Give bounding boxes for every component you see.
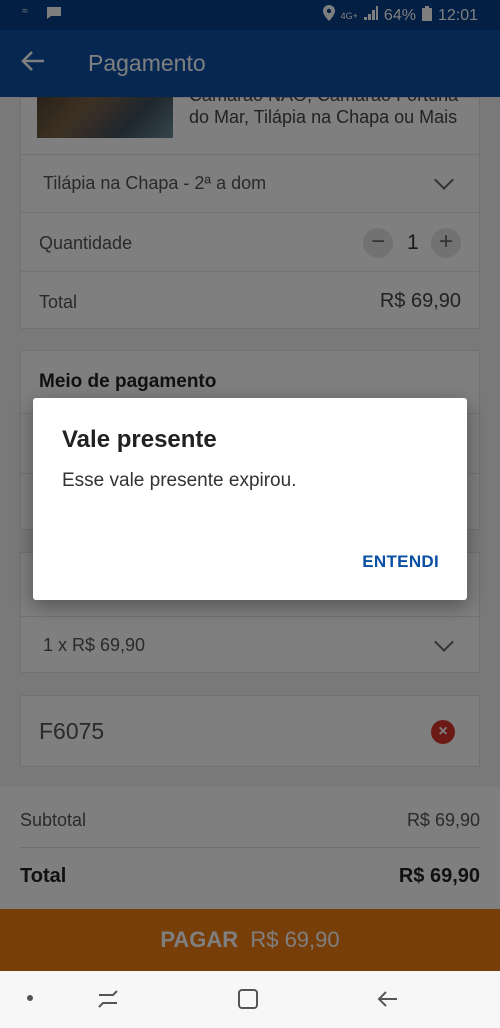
system-nav-bar (0, 971, 500, 1028)
home-icon[interactable] (236, 987, 260, 1016)
dialog-confirm-button[interactable]: ENTENDI (362, 552, 439, 572)
back-icon[interactable] (376, 987, 400, 1016)
alert-dialog: Vale presente Esse vale presente expirou… (33, 398, 467, 600)
nav-dot-icon (27, 995, 33, 1001)
dialog-title: Vale presente (62, 426, 217, 453)
dialog-message: Esse vale presente expirou. (62, 470, 297, 491)
recent-apps-icon[interactable] (96, 987, 120, 1016)
